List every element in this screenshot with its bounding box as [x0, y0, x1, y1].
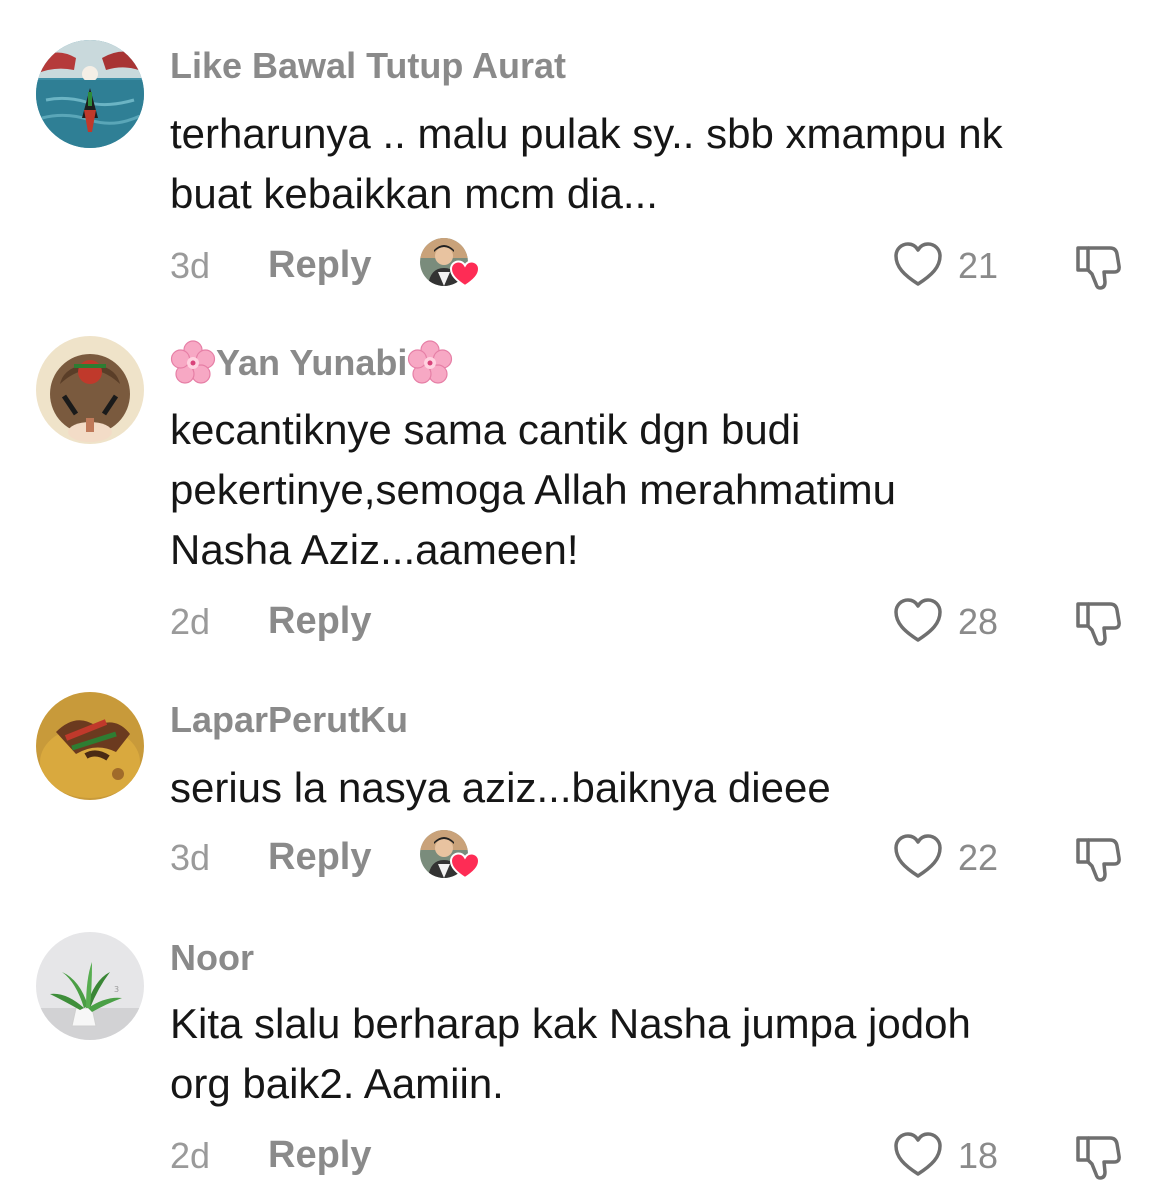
avatar[interactable]: 3: [36, 932, 144, 1040]
thumbs-down-icon[interactable]: [1072, 596, 1124, 648]
heart-outline-icon[interactable]: [892, 596, 944, 644]
username[interactable]: Noor: [170, 936, 254, 980]
username[interactable]: Like Bawal Tutup Aurat: [170, 44, 566, 88]
username-text[interactable]: Noor: [170, 936, 254, 980]
username-text[interactable]: Yan Yunabi: [216, 341, 407, 385]
avatar[interactable]: [36, 692, 144, 800]
like-count: 21: [958, 245, 999, 286]
comment-time: 3d: [170, 245, 211, 286]
creator-liked-heart-icon: [450, 852, 480, 880]
reply-button[interactable]: Reply: [268, 598, 371, 644]
heart-outline-icon[interactable]: [892, 1130, 944, 1178]
creator-liked-badge: [420, 830, 482, 882]
comment-actions: 3d Reply 22: [0, 828, 1170, 888]
thumbs-down-icon[interactable]: [1072, 240, 1124, 292]
cherry-blossom-icon: [170, 340, 216, 384]
comment-actions: 2d Reply 18: [0, 1126, 1170, 1186]
reply-button[interactable]: Reply: [268, 1132, 371, 1178]
comment-actions: 2d Reply 28: [0, 592, 1170, 652]
svg-text:3: 3: [114, 985, 119, 994]
username-text[interactable]: LaparPerutKu: [170, 698, 408, 742]
comment-time: 3d: [170, 837, 211, 878]
comment-text: Kita slalu berharap kak Nasha jumpa jodo…: [170, 1000, 971, 1107]
username[interactable]: LaparPerutKu: [170, 698, 408, 742]
cherry-blossom-icon: [408, 340, 453, 384]
comment-text: terharunya .. malu pulak sy.. sbb xmampu…: [170, 110, 1003, 217]
thumbs-down-icon[interactable]: [1072, 832, 1124, 884]
heart-outline-icon[interactable]: [892, 240, 944, 288]
like-count: 18: [958, 1135, 999, 1176]
comment-actions: 3d Reply 21: [0, 236, 1170, 296]
like-count: 22: [958, 837, 999, 878]
comment-text: serius la nasya aziz...baiknya dieee: [170, 764, 831, 811]
like-count: 28: [958, 601, 999, 642]
creator-liked-heart-icon: [450, 260, 480, 288]
reply-button[interactable]: Reply: [268, 834, 371, 880]
comment-time: 2d: [170, 1135, 211, 1176]
comment-text: kecantiknye sama cantik dgn budi pekerti…: [170, 406, 897, 573]
avatar[interactable]: [36, 40, 144, 148]
username-text[interactable]: Like Bawal Tutup Aurat: [170, 44, 566, 88]
heart-outline-icon[interactable]: [892, 832, 944, 880]
creator-liked-badge: [420, 238, 482, 290]
avatar[interactable]: [36, 336, 144, 444]
thumbs-down-icon[interactable]: [1072, 1130, 1124, 1182]
reply-button[interactable]: Reply: [268, 242, 371, 288]
username[interactable]: Yan Yunabi: [170, 340, 453, 386]
comment-time: 2d: [170, 601, 211, 642]
